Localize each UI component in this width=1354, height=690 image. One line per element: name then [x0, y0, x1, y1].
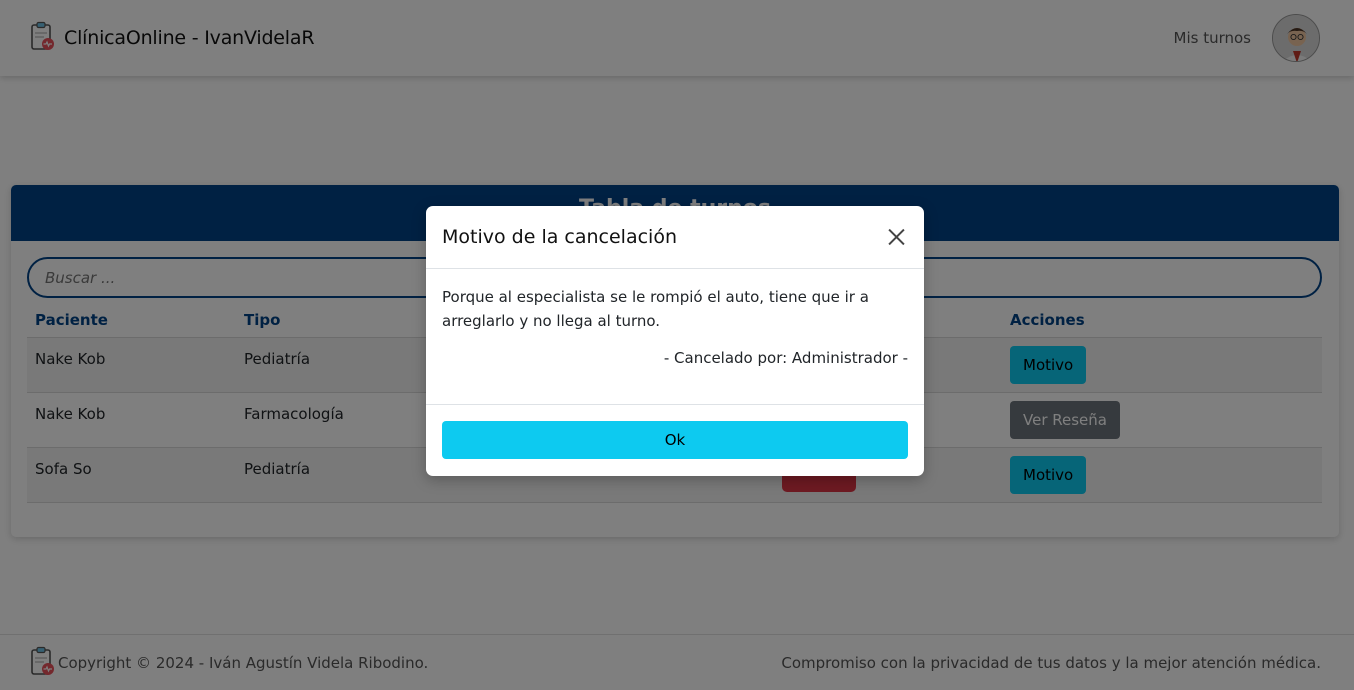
- close-icon[interactable]: [884, 225, 908, 249]
- modal-body: Porque al especialista se le rompió el a…: [426, 269, 924, 405]
- modal-title: Motivo de la cancelación: [442, 226, 677, 248]
- modal-header: Motivo de la cancelación: [426, 206, 924, 269]
- modal-footer: Ok: [426, 405, 924, 475]
- ok-button[interactable]: Ok: [442, 421, 908, 459]
- cancelled-by: - Cancelado por: Administrador -: [663, 349, 908, 367]
- cancellation-reason-modal: Motivo de la cancelación Porque al espec…: [426, 206, 924, 476]
- cancellation-reason: Porque al especialista se le rompió el a…: [442, 288, 869, 330]
